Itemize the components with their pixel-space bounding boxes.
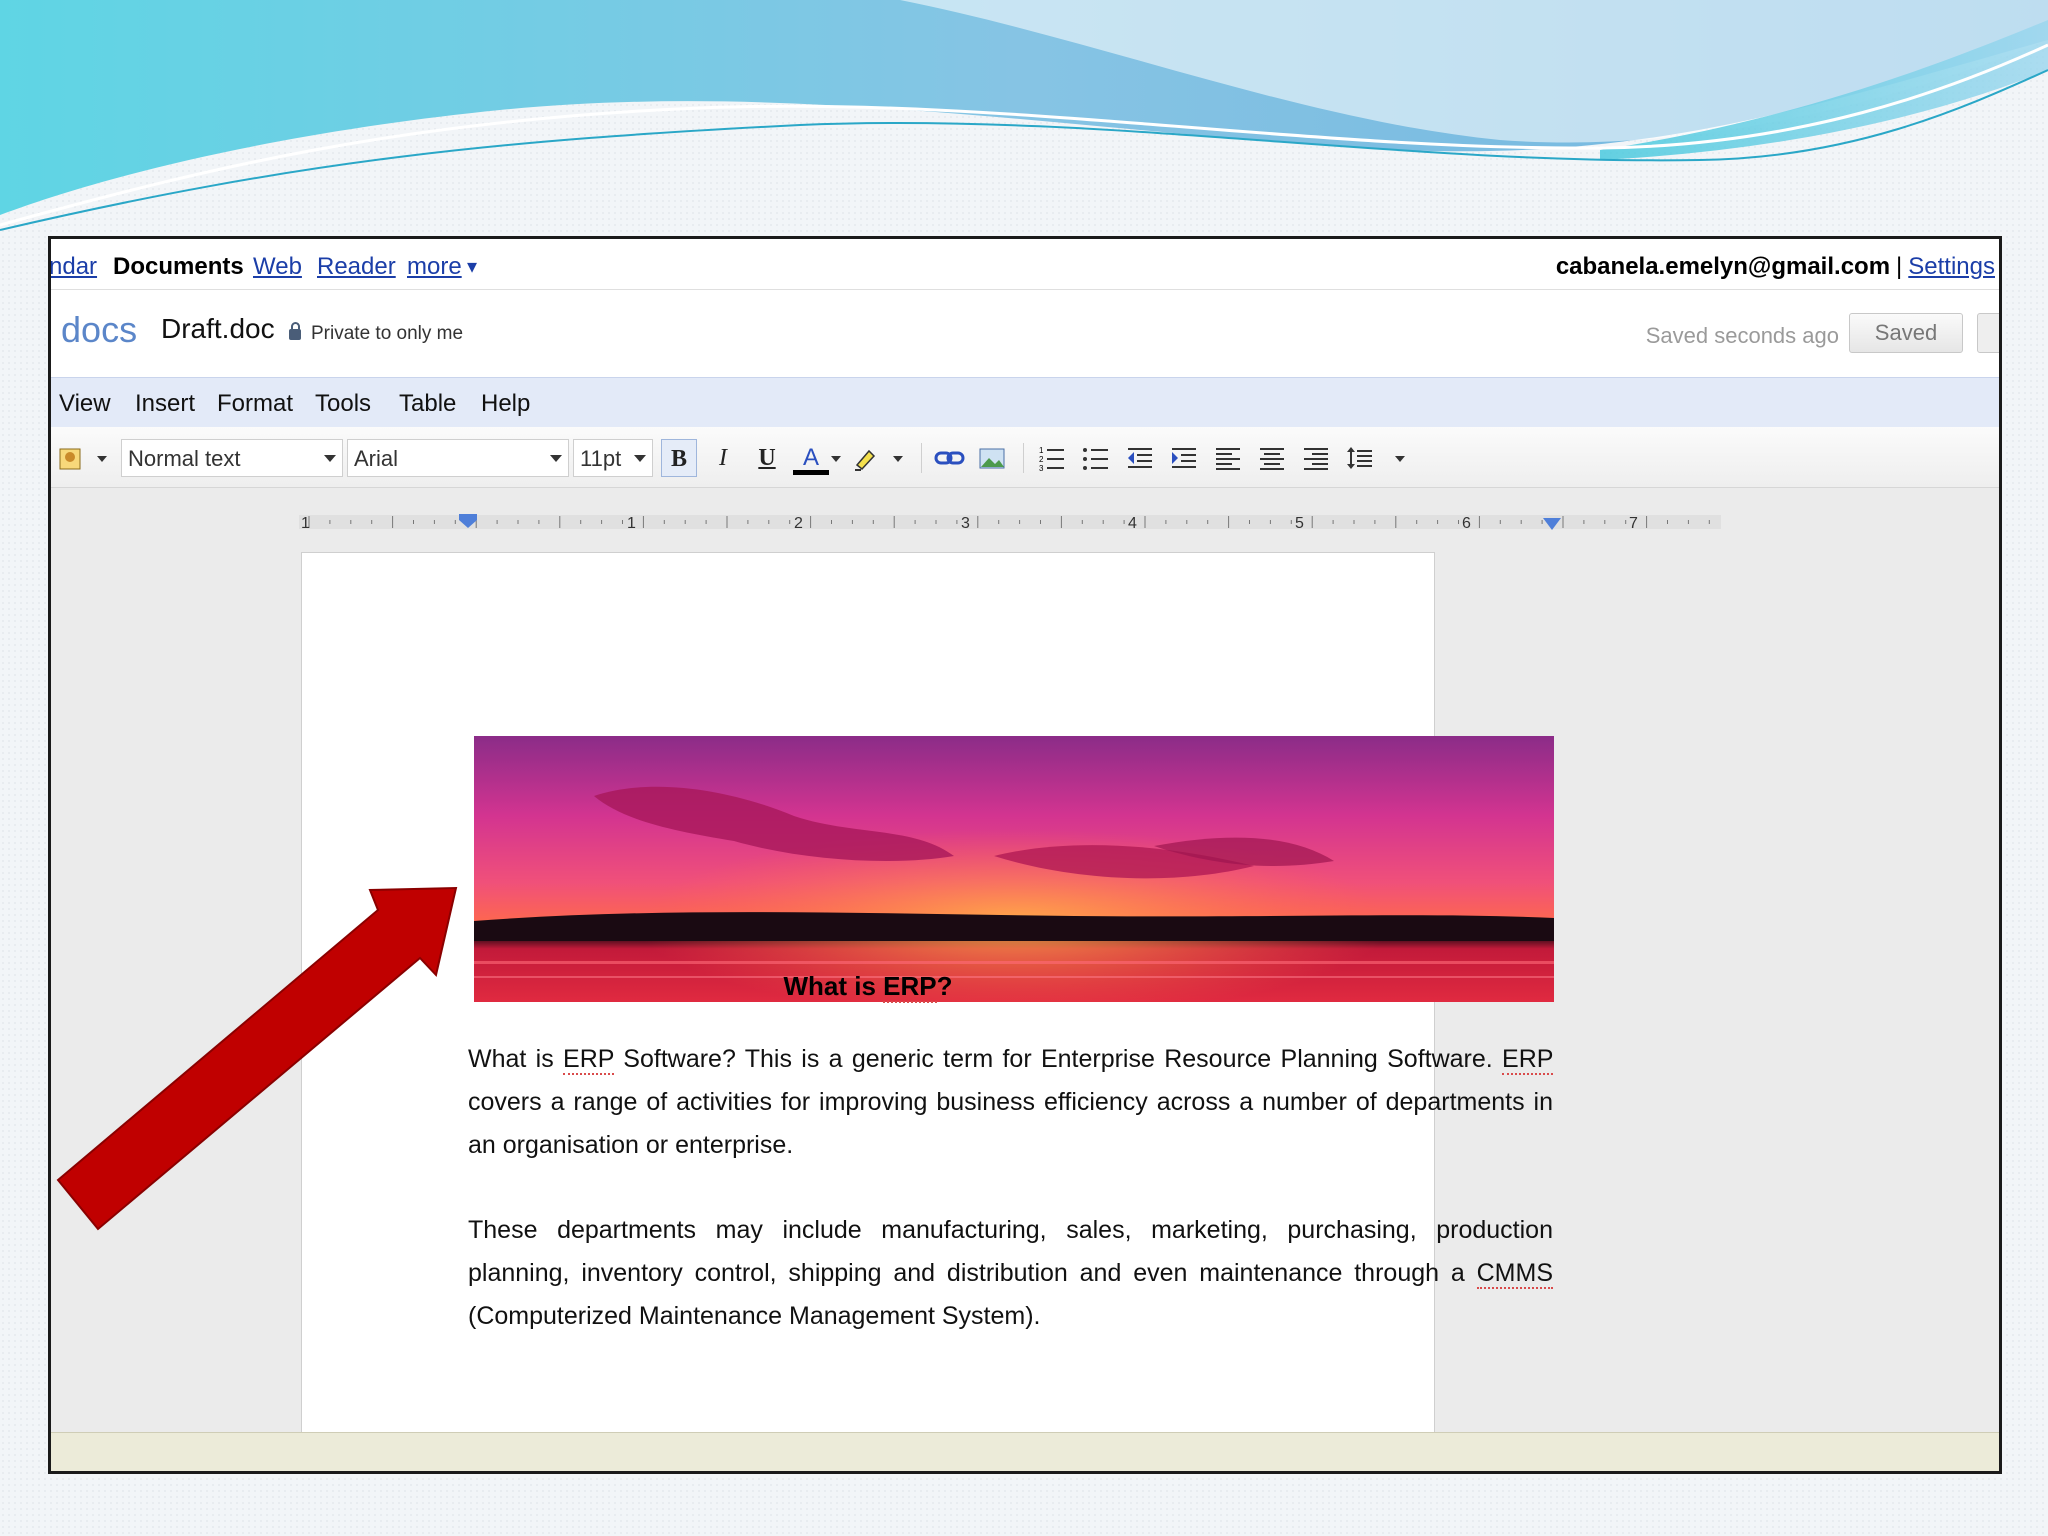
share-button[interactable] <box>1977 313 1999 353</box>
menu-insert[interactable]: Insert <box>135 390 195 418</box>
ruler-label: 1 <box>301 515 310 532</box>
sharing-status[interactable]: Private to only me <box>289 322 464 345</box>
svg-text:1: 1 <box>1039 446 1044 455</box>
sunset-image[interactable] <box>474 736 1554 1002</box>
settings-link[interactable]: Settings <box>1908 253 1995 280</box>
spellcheck-word: ERP <box>563 1045 614 1075</box>
italic-icon: I <box>719 445 727 471</box>
save-status: Saved seconds ago <box>1645 323 1839 348</box>
spellcheck-word: ERP <box>883 971 937 1003</box>
formatting-toolbar: Normal text Arial 11pt B I U A 123 <box>51 427 1999 488</box>
line-spacing-caret-icon[interactable] <box>1395 456 1405 462</box>
highlight-icon[interactable] <box>851 439 885 477</box>
status-bar <box>51 1432 1999 1471</box>
ruler-label: 5 <box>1295 515 1304 532</box>
logo-text: docs <box>61 309 138 350</box>
document-header: : docs Draft.doc Private to only me Save… <box>51 291 1999 375</box>
svg-text:2: 2 <box>1039 455 1044 464</box>
document-title[interactable]: Draft.doc <box>161 313 275 345</box>
ruler-label: 6 <box>1462 515 1471 532</box>
svg-text:3: 3 <box>1039 464 1044 473</box>
align-right-icon[interactable] <box>1301 439 1337 477</box>
logo-fragment: : <box>51 309 52 350</box>
align-left-icon[interactable] <box>1213 439 1249 477</box>
numbered-list-icon[interactable]: 123 <box>1037 439 1073 477</box>
underline-icon: U <box>758 445 776 471</box>
bulleted-list-icon[interactable] <box>1081 439 1117 477</box>
chevron-down-icon <box>324 455 336 462</box>
font-value: Arial <box>354 446 399 471</box>
text-color-button[interactable]: A <box>793 439 829 475</box>
bold-icon: B <box>670 446 687 472</box>
account-area: cabanela.emelyn@gmail.com | Settings <box>1556 253 1995 281</box>
heading-text: ? <box>936 971 953 1001</box>
text-run: Software? This is a generic term for Ent… <box>613 1045 1503 1073</box>
menu-view[interactable]: View <box>59 390 111 418</box>
nav-separator: | <box>1896 253 1903 280</box>
lock-icon <box>289 322 301 340</box>
nav-calendar-link[interactable]: ndar <box>51 253 97 281</box>
text-run: covers a range of activities for improvi… <box>468 1088 1553 1159</box>
paragraph-1[interactable]: What is ERP Software? This is a generic … <box>468 1038 1553 1167</box>
menu-format[interactable]: Format <box>217 390 293 418</box>
toolbar-divider <box>1023 443 1024 473</box>
spellcheck-word: ERP <box>1502 1045 1553 1075</box>
document-page[interactable]: What is ERP? What is ERP Software? This … <box>301 552 1554 1471</box>
spellcheck-word: CMMS <box>1476 1259 1553 1289</box>
link-icon[interactable] <box>933 439 969 477</box>
browser-window: ndar Documents Web Reader more ▾ cabanel… <box>48 236 2002 1474</box>
saved-button[interactable]: Saved <box>1849 313 1963 353</box>
text-run: (Computerized Maintenance Management Sys… <box>468 1302 1041 1330</box>
italic-button[interactable]: I <box>705 439 741 477</box>
decrease-indent-icon[interactable] <box>1125 439 1161 477</box>
nav-documents[interactable]: Documents <box>113 253 244 281</box>
highlight-caret-icon[interactable] <box>893 456 903 462</box>
ruler-label: 1 <box>627 515 636 532</box>
text-run: What is <box>468 1045 564 1073</box>
google-top-nav: ndar Documents Web Reader more ▾ cabanel… <box>51 239 1999 290</box>
font-select[interactable]: Arial <box>347 439 569 477</box>
toolbar-divider <box>921 443 922 473</box>
text-color-icon: A <box>802 444 819 471</box>
bold-button[interactable]: B <box>661 439 697 477</box>
nav-more-link[interactable]: more <box>407 253 462 281</box>
docs-logo[interactable]: : docs <box>51 309 138 351</box>
menu-table[interactable]: Table <box>399 390 456 418</box>
chevron-down-icon <box>550 455 562 462</box>
ruler-label: 2 <box>794 515 803 532</box>
paragraph-style-select[interactable]: Normal text <box>121 439 343 477</box>
chevron-down-icon[interactable]: ▾ <box>467 254 477 279</box>
font-size-select[interactable]: 11pt <box>573 439 653 477</box>
heading-text: What is <box>783 971 884 1001</box>
slide-banner <box>0 0 2048 231</box>
ruler-label: 4 <box>1128 515 1137 532</box>
ruler[interactable]: 1 1 2 3 4 5 6 7 <box>299 508 1721 534</box>
nav-web-link[interactable]: Web <box>253 253 302 281</box>
underline-button[interactable]: U <box>749 439 785 477</box>
paragraph-2[interactable]: These departments may include manufactur… <box>468 1209 1553 1338</box>
text-run: These departments may include manufactur… <box>468 1216 1553 1287</box>
document-heading[interactable]: What is ERP? <box>302 971 1434 1003</box>
paragraph-style-value: Normal text <box>128 446 241 471</box>
increase-indent-icon[interactable] <box>1169 439 1205 477</box>
chevron-down-icon <box>634 455 646 462</box>
ruler-label: 7 <box>1629 515 1638 532</box>
menu-bar: View Insert Format Tools Table Help <box>51 377 1999 428</box>
style-icon[interactable] <box>57 439 101 477</box>
ruler-label: 3 <box>961 515 970 532</box>
document-canvas: 1 1 2 3 4 5 6 7 What is ERP? What is ERP… <box>51 488 1999 1471</box>
menu-tools[interactable]: Tools <box>315 390 371 418</box>
line-spacing-icon[interactable] <box>1345 439 1381 477</box>
account-email[interactable]: cabanela.emelyn@gmail.com <box>1556 253 1890 280</box>
sharing-label: Private to only me <box>311 323 464 344</box>
nav-reader-link[interactable]: Reader <box>317 253 396 281</box>
text-color-caret-icon[interactable] <box>831 456 841 462</box>
align-center-icon[interactable] <box>1257 439 1293 477</box>
style-caret-icon[interactable] <box>97 456 107 462</box>
image-icon[interactable] <box>977 439 1013 477</box>
font-size-value: 11pt <box>580 446 622 471</box>
menu-help[interactable]: Help <box>481 390 530 418</box>
